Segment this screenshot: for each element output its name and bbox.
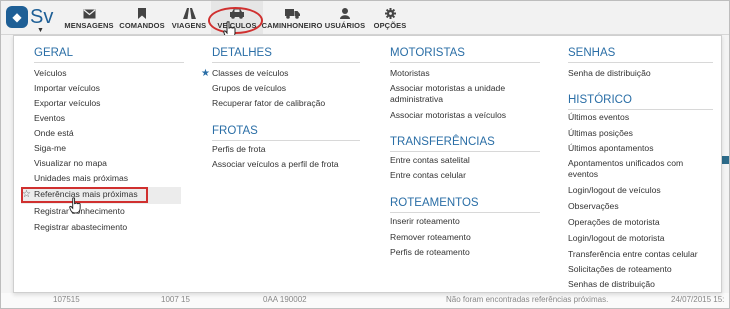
nav-viagens[interactable]: VIAGENS xyxy=(167,1,211,34)
cell: 107515 xyxy=(53,295,80,304)
divider xyxy=(390,151,540,152)
nav-label: CAMINHONEIRO xyxy=(261,21,323,30)
menu-item-associar-veiculos-a-perfil-de-frota[interactable]: Associar veículos a perfil de frota xyxy=(212,159,339,170)
menu-item-ultimos-apontamentos[interactable]: Últimos apontamentos xyxy=(568,143,654,154)
menu-item-apontamentos-unificados[interactable]: Apontamentos unificados com xyxy=(568,158,683,169)
divider xyxy=(34,62,184,63)
section-header-historico: HISTÓRICO xyxy=(568,94,632,106)
menu-item-associar-motoristas-a-unidade-cont[interactable]: administrativa xyxy=(390,94,443,105)
menu-item-visualizar-no-mapa[interactable]: Visualizar no mapa xyxy=(34,158,107,169)
divider xyxy=(568,62,713,63)
cell: 0AA 190002 xyxy=(263,295,307,304)
menu-item-observacoes[interactable]: Observações xyxy=(568,201,619,212)
nav-mensagens[interactable]: MENSAGENS xyxy=(61,1,117,34)
nav-label: VIAGENS xyxy=(171,21,207,30)
divider xyxy=(212,140,360,141)
top-nav-bar: ◆ Sv ▼ MENSAGENS COMANDOS VIAGENS VEÍCUL… xyxy=(1,1,729,39)
background-edge-marker xyxy=(721,156,729,164)
menu-item-apontamentos-unificados-cont[interactable]: eventos xyxy=(568,169,598,180)
background-table-row: 107515 1007 15 0AA 190002 Não foram enco… xyxy=(1,293,729,308)
menu-item-exportar-veiculos[interactable]: Exportar veículos xyxy=(34,98,100,109)
divider xyxy=(390,62,540,63)
menu-item-entre-contas-celular[interactable]: Entre contas celular xyxy=(390,170,466,181)
section-header-motoristas: MOTORISTAS xyxy=(390,47,465,59)
road-icon xyxy=(182,8,196,19)
veiculos-mega-menu: GERAL Veículos Importar veículos Exporta… xyxy=(13,35,722,293)
menu-item-ultimos-eventos[interactable]: Últimos eventos xyxy=(568,112,629,123)
menu-item-grupos-de-veiculos[interactable]: Grupos de veículos xyxy=(212,83,286,94)
logo-dropdown-caret-icon[interactable]: ▼ xyxy=(37,27,44,34)
star-filled-icon[interactable]: ★ xyxy=(201,68,210,79)
nav-comandos[interactable]: COMANDOS xyxy=(117,1,167,34)
logo-text: Sv xyxy=(30,5,54,28)
section-header-senhas: SENHAS xyxy=(568,47,616,59)
menu-item-perfis-de-frota[interactable]: Perfis de frota xyxy=(212,144,266,155)
menu-item-veiculos[interactable]: Veículos xyxy=(34,68,67,79)
nav-label: OPÇÕES xyxy=(373,21,407,30)
menu-item-recuperar-fator-de-calibracao[interactable]: Recuperar fator de calibração xyxy=(212,98,325,109)
section-header-roteamentos: ROTEAMENTOS xyxy=(390,197,479,209)
menu-item-operacoes-de-motorista[interactable]: Operações de motorista xyxy=(568,217,660,228)
menu-item-remover-roteamento[interactable]: Remover roteamento xyxy=(390,232,471,243)
section-header-transferencias: TRANSFERÊNCIAS xyxy=(390,136,495,148)
menu-item-senha-de-distribuicao[interactable]: Senha de distribuição xyxy=(568,68,651,79)
app-window: ◆ Sv ▼ MENSAGENS COMANDOS VIAGENS VEÍCUL… xyxy=(0,0,730,309)
menu-item-login-logout-de-motorista[interactable]: Login/logout de motorista xyxy=(568,233,665,244)
gear-icon xyxy=(384,8,396,19)
menu-item-associar-motoristas-a-unidade[interactable]: Associar motoristas a unidade xyxy=(390,83,505,94)
section-header-detalhes: DETALHES xyxy=(212,47,272,59)
nav-opcoes[interactable]: OPÇÕES xyxy=(369,1,411,34)
menu-item-transferencia-entre-contas-celular[interactable]: Transferência entre contas celular xyxy=(568,249,698,260)
divider xyxy=(568,109,713,110)
logo-badge-icon: ◆ xyxy=(6,6,28,28)
menu-item-unidades-mais-proximas[interactable]: Unidades mais próximas xyxy=(34,173,128,184)
divider xyxy=(212,62,360,63)
referencias-highlight-box xyxy=(21,187,148,203)
menu-item-perfis-de-roteamento[interactable]: Perfis de roteamento xyxy=(390,247,470,258)
divider xyxy=(390,212,540,213)
menu-item-registrar-abastecimento[interactable]: Registrar abastecimento xyxy=(34,222,127,233)
menu-item-onde-esta[interactable]: Onde está xyxy=(34,128,74,139)
envelope-icon xyxy=(83,9,95,19)
menu-item-ultimas-posicoes[interactable]: Últimas posições xyxy=(568,128,633,139)
menu-item-importar-veiculos[interactable]: Importar veículos xyxy=(34,83,100,94)
menu-item-motoristas[interactable]: Motoristas xyxy=(390,68,430,79)
menu-item-inserir-roteamento[interactable]: Inserir roteamento xyxy=(390,216,460,227)
nav-caminhoneiro[interactable]: CAMINHONEIRO xyxy=(261,1,323,34)
menu-item-senhas-de-distribuicao[interactable]: Senhas de distribuição xyxy=(568,279,655,290)
menu-item-associar-motoristas-a-veiculos[interactable]: Associar motoristas a veículos xyxy=(390,110,506,121)
hand-cursor-icon xyxy=(69,197,81,214)
section-header-frotas: FROTAS xyxy=(212,125,258,137)
nav-usuarios[interactable]: USUÁRIOS xyxy=(321,1,369,34)
menu-item-classes-de-veiculos[interactable]: Classes de veículos xyxy=(212,68,288,79)
nav-label: USUÁRIOS xyxy=(324,21,366,30)
section-header-geral: GERAL xyxy=(34,47,73,59)
cell: Não foram encontradas referências próxim… xyxy=(446,295,609,304)
menu-item-eventos[interactable]: Eventos xyxy=(34,113,65,124)
cell: 24/07/2015 15: xyxy=(671,295,725,304)
cell: 1007 15 xyxy=(161,295,190,304)
menu-item-solicitacoes-de-roteamento[interactable]: Solicitações de roteamento xyxy=(568,264,672,275)
truck-icon xyxy=(284,9,300,19)
user-icon xyxy=(340,8,350,19)
menu-item-login-logout-de-veiculos[interactable]: Login/logout de veículos xyxy=(568,185,661,196)
menu-item-siga-me[interactable]: Siga-me xyxy=(34,143,66,154)
nav-label: COMANDOS xyxy=(119,21,165,30)
bookmark-icon xyxy=(138,8,146,19)
nav-label: MENSAGENS xyxy=(64,21,114,30)
menu-item-entre-contas-satelital[interactable]: Entre contas satelital xyxy=(390,155,470,166)
app-logo[interactable]: ◆ Sv xyxy=(6,5,53,29)
